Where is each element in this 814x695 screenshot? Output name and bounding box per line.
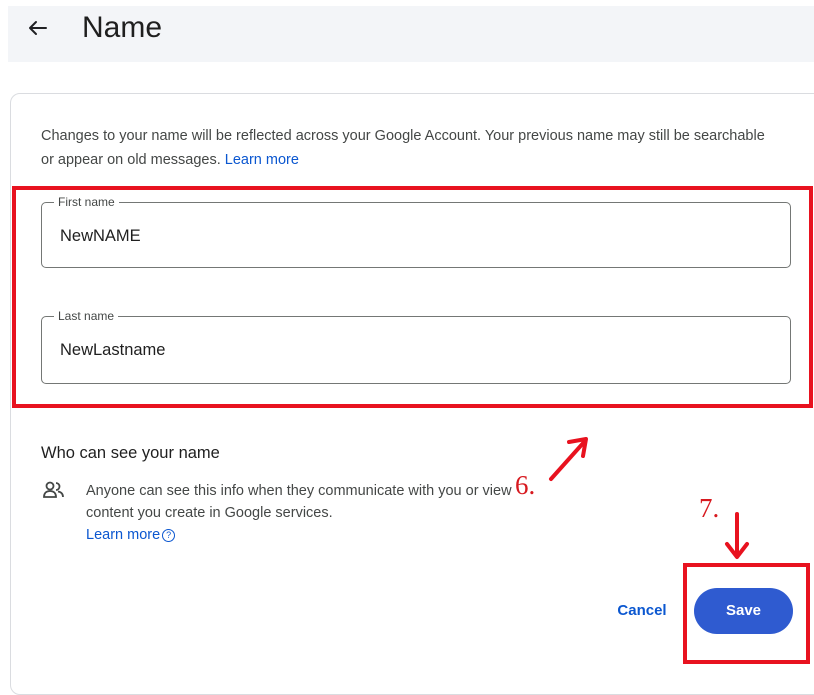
annotation-highlight-save <box>683 563 810 664</box>
page-title: Name <box>82 11 163 44</box>
learn-more-link[interactable]: Learn more <box>225 152 299 168</box>
visibility-title: Who can see your name <box>41 444 220 462</box>
help-circle-icon[interactable]: ? <box>162 529 176 542</box>
back-arrow-icon[interactable] <box>26 10 58 46</box>
visibility-info: Anyone can see this info when they commu… <box>86 480 526 546</box>
annotation-arrow-7 <box>725 512 749 559</box>
visibility-learn-more-link[interactable]: Learn more <box>86 527 160 543</box>
annotation-step-6: 6. <box>515 470 536 500</box>
description-text: Changes to your name will be reflected a… <box>41 128 765 168</box>
annotation-highlight-fields <box>12 186 813 408</box>
description: Changes to your name will be reflected a… <box>41 124 781 172</box>
annotation-step-7: 7. <box>699 493 720 523</box>
annotation-arrow-6 <box>549 437 588 481</box>
people-icon <box>43 481 65 499</box>
cancel-button[interactable]: Cancel <box>602 594 682 628</box>
visibility-text: Anyone can see this info when they commu… <box>86 483 512 521</box>
